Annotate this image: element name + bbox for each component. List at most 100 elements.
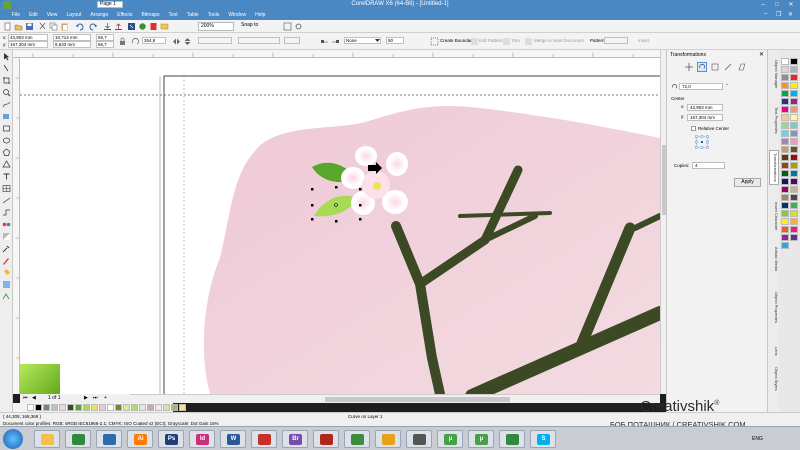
horizontal-ruler[interactable] xyxy=(13,50,660,58)
palette-swatch[interactable] xyxy=(790,186,798,193)
taskbar-pdf-button[interactable] xyxy=(251,430,277,448)
maximize-button[interactable]: □ xyxy=(772,1,782,9)
crop-tool-icon[interactable] xyxy=(2,76,11,85)
taskbar-chrome-button[interactable] xyxy=(65,430,91,448)
palette-swatch[interactable] xyxy=(781,242,789,249)
menu-help[interactable]: Help xyxy=(255,12,265,18)
document-palette-swatch[interactable] xyxy=(179,404,186,411)
object-width-field[interactable]: 10,714 mm xyxy=(53,34,91,41)
smart-drawing-tool-icon[interactable] xyxy=(2,292,11,301)
zoom-tool-icon[interactable] xyxy=(2,88,11,97)
palette-swatch[interactable] xyxy=(781,138,789,145)
fill-tool-icon[interactable] xyxy=(2,268,11,277)
redo-icon[interactable] xyxy=(89,22,98,31)
position-mode-icon[interactable] xyxy=(684,62,694,72)
taskbar-media-button[interactable] xyxy=(96,430,122,448)
taskbar-torrent-button[interactable]: µ xyxy=(437,430,463,448)
palette-swatch[interactable] xyxy=(781,178,789,185)
undo-icon[interactable] xyxy=(75,22,84,31)
smart-fill-tool-icon[interactable] xyxy=(2,112,11,121)
palette-swatch[interactable] xyxy=(781,114,789,121)
merge-new-document-label[interactable]: Merge to New Document xyxy=(534,38,584,43)
document-palette-swatch[interactable] xyxy=(91,404,98,411)
document-palette-swatch[interactable] xyxy=(51,404,58,411)
taskbar-coreldraw-button[interactable] xyxy=(344,430,370,448)
menu-file[interactable]: File xyxy=(12,12,20,18)
tab-object-styles[interactable]: Object Styles xyxy=(769,365,779,393)
palette-swatch[interactable] xyxy=(781,106,789,113)
menu-window[interactable]: Window xyxy=(228,12,246,18)
object-height-field[interactable]: 8,633 mm xyxy=(53,41,91,48)
node-right-icon[interactable] xyxy=(331,37,340,46)
document-palette-swatch[interactable] xyxy=(99,404,106,411)
palette-swatch[interactable] xyxy=(781,58,789,65)
palette-swatch[interactable] xyxy=(781,202,789,209)
document-palette-swatch[interactable] xyxy=(115,404,122,411)
table-tool-icon[interactable] xyxy=(2,184,11,193)
size-mode-icon[interactable] xyxy=(723,62,733,72)
lock-ratio-icon[interactable] xyxy=(118,37,127,46)
export-icon[interactable] xyxy=(114,22,123,31)
palette-swatch[interactable] xyxy=(790,218,798,225)
palette-swatch[interactable] xyxy=(790,170,798,177)
palette-swatch[interactable] xyxy=(790,162,798,169)
skew-mode-icon[interactable] xyxy=(736,62,746,72)
ellipse-tool-icon[interactable] xyxy=(2,136,11,145)
taskbar-indesign-button[interactable]: Id xyxy=(189,430,215,448)
polygon-tool-icon[interactable] xyxy=(2,148,11,157)
tab-object-manager[interactable]: Object Manager xyxy=(769,58,779,90)
blank-dropdown-3[interactable] xyxy=(284,37,300,44)
pick-tool-icon[interactable] xyxy=(2,52,11,61)
first-page-button[interactable]: ⏮ xyxy=(23,395,28,401)
text-tool-icon[interactable] xyxy=(2,172,11,181)
vertical-ruler[interactable] xyxy=(13,58,20,394)
import-icon[interactable] xyxy=(103,22,112,31)
tab-insert-character[interactable]: Insert Character xyxy=(769,200,779,233)
menu-text[interactable]: Text xyxy=(169,12,178,18)
application-launcher-icon[interactable] xyxy=(127,22,136,31)
copies-input[interactable]: 4 xyxy=(692,162,725,169)
anchor-point-selector[interactable] xyxy=(695,135,709,149)
freehand-tool-icon[interactable] xyxy=(2,100,11,109)
palette-swatch[interactable] xyxy=(790,138,798,145)
taskbar-chrome2-button[interactable] xyxy=(499,430,525,448)
add-page-button[interactable]: + xyxy=(104,395,107,401)
document-palette-swatch[interactable] xyxy=(139,404,146,411)
paste-icon[interactable] xyxy=(60,22,69,31)
edit-pattern-icon[interactable] xyxy=(470,37,479,46)
doc-minimize-icon[interactable]: – xyxy=(764,11,767,17)
last-page-button[interactable]: ⏭ xyxy=(93,395,98,401)
center-y-input[interactable]: 167,304 mm xyxy=(687,114,723,121)
rectangle-tool-icon[interactable] xyxy=(2,124,11,133)
open-icon[interactable] xyxy=(14,22,23,31)
create-boundary-label[interactable]: Create Boundary xyxy=(440,38,474,43)
taskbar-word-button[interactable]: W xyxy=(220,430,246,448)
menu-table[interactable]: Table xyxy=(187,12,199,18)
palette-swatch[interactable] xyxy=(781,194,789,201)
document-palette-swatch[interactable] xyxy=(75,404,82,411)
palette-swatch[interactable] xyxy=(790,98,798,105)
document-palette-swatch[interactable] xyxy=(155,404,162,411)
rotation-angle-input[interactable]: 72,0 xyxy=(679,83,723,90)
doc-restore-icon[interactable]: ❐ xyxy=(776,11,781,18)
palette-swatch[interactable] xyxy=(781,82,789,89)
language-indicator[interactable]: ENG xyxy=(752,436,763,442)
transparency-tool-icon[interactable] xyxy=(2,232,11,241)
palette-swatch[interactable] xyxy=(781,154,789,161)
x-position-field[interactable]: 43,903 mm xyxy=(8,34,48,41)
corel-connect-icon[interactable] xyxy=(138,22,147,31)
document-palette-swatch[interactable] xyxy=(107,404,114,411)
new-document-icon[interactable] xyxy=(3,22,12,31)
welcome-screen-icon[interactable] xyxy=(160,22,169,31)
palette-swatch[interactable] xyxy=(790,58,798,65)
document-palette-swatch[interactable] xyxy=(123,404,130,411)
copy-icon[interactable] xyxy=(49,22,58,31)
publish-pdf-icon[interactable] xyxy=(149,22,158,31)
menu-effects[interactable]: Effects xyxy=(117,12,132,18)
menu-arrange[interactable]: Arrange xyxy=(90,12,108,18)
palette-swatch[interactable] xyxy=(781,186,789,193)
palette-swatch[interactable] xyxy=(781,210,789,217)
palette-swatch[interactable] xyxy=(781,90,789,97)
blend-tool-icon[interactable] xyxy=(2,220,11,229)
document-palette-swatch[interactable] xyxy=(67,404,74,411)
